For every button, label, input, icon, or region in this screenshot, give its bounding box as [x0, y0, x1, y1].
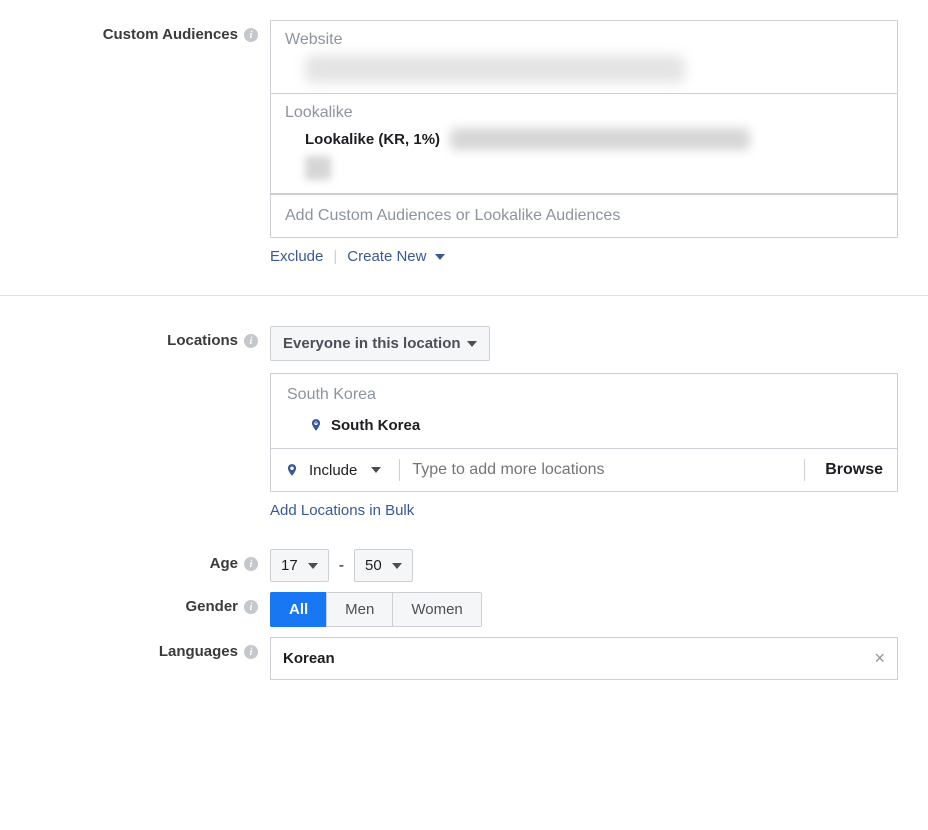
separator: |: [333, 248, 337, 265]
exclude-link[interactable]: Exclude: [270, 248, 323, 265]
location-item[interactable]: South Korea: [271, 408, 897, 448]
separator: [804, 459, 805, 481]
languages-label: Languages: [159, 643, 238, 660]
gender-men-button[interactable]: Men: [326, 592, 393, 627]
locations-label: Locations: [167, 332, 238, 349]
pin-icon: [285, 461, 299, 479]
age-label: Age: [210, 555, 238, 572]
lookalike-name: Lookalike (KR, 1%): [305, 131, 440, 148]
create-new-link[interactable]: Create New: [347, 248, 444, 265]
redacted-lookalike-detail: [450, 128, 750, 150]
redacted-lookalike-extra: [305, 156, 331, 180]
caret-down-icon: [392, 563, 402, 569]
pin-icon: [309, 416, 323, 434]
gender-women-button[interactable]: Women: [392, 592, 481, 627]
gender-all-button[interactable]: All: [270, 592, 327, 627]
divider: [0, 295, 928, 296]
locations-card: South Korea South Korea Include: [270, 373, 898, 492]
include-dropdown[interactable]: Include: [309, 462, 389, 479]
age-min-dropdown[interactable]: 17: [270, 549, 329, 582]
website-heading: Website: [285, 31, 883, 49]
website-audience-section: Website: [271, 21, 897, 94]
caret-down-icon: [467, 341, 477, 347]
add-audience-input[interactable]: Add Custom Audiences or Lookalike Audien…: [271, 194, 897, 237]
add-locations-bulk-link[interactable]: Add Locations in Bulk: [270, 502, 414, 519]
custom-audiences-card: Website Lookalike Lookalike (KR, 1%) A: [270, 20, 898, 238]
age-max-dropdown[interactable]: 50: [354, 549, 413, 582]
caret-down-icon: [371, 467, 381, 473]
info-icon[interactable]: i: [244, 645, 258, 659]
gender-segmented-control: All Men Women: [270, 592, 482, 627]
info-icon[interactable]: i: [244, 334, 258, 348]
caret-down-icon: [435, 254, 445, 260]
remove-language-icon[interactable]: ×: [874, 648, 885, 669]
custom-audiences-label: Custom Audiences: [103, 26, 238, 43]
separator: [399, 459, 400, 481]
caret-down-icon: [308, 563, 318, 569]
language-name: Korean: [283, 650, 335, 667]
browse-button[interactable]: Browse: [815, 461, 883, 479]
language-chip: Korean ×: [270, 637, 898, 680]
info-icon[interactable]: i: [244, 600, 258, 614]
info-icon[interactable]: i: [244, 28, 258, 42]
age-range-dash: -: [339, 557, 344, 575]
info-icon[interactable]: i: [244, 557, 258, 571]
lookalike-heading: Lookalike: [285, 104, 883, 122]
gender-label: Gender: [185, 598, 238, 615]
location-scope-dropdown[interactable]: Everyone in this location: [270, 326, 490, 361]
lookalike-audience-section: Lookalike Lookalike (KR, 1%): [271, 94, 897, 194]
redacted-website-audience: [305, 55, 685, 83]
location-group-label: South Korea: [271, 374, 897, 408]
location-input[interactable]: [410, 460, 794, 480]
